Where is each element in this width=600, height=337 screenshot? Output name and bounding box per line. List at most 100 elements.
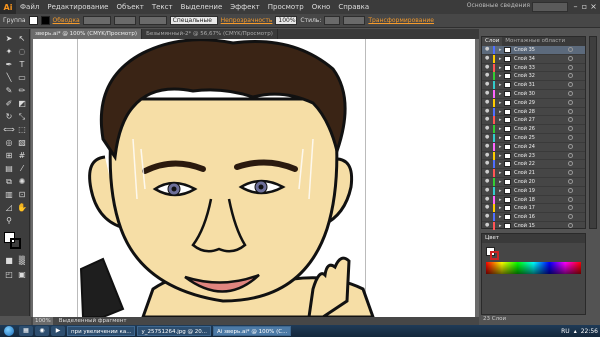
visibility-eye-icon[interactable]: ● [485,178,490,184]
graphic-style-swatch[interactable] [324,16,341,25]
blob-brush-tool-icon[interactable]: ✐ [3,98,15,109]
visibility-eye-icon[interactable]: ● [485,73,490,78]
fill-swatch[interactable] [28,16,38,25]
live-paint-tool-icon[interactable]: ▧ [16,137,28,148]
visibility-eye-icon[interactable]: ● [485,47,490,52]
artboard[interactable] [33,39,475,317]
expand-arrow-icon[interactable]: ▸ [499,169,502,177]
artboard-tool-icon[interactable]: ⊡ [16,189,28,200]
menu-file[interactable]: Файл [16,3,43,11]
hand-tool-icon[interactable]: ✋ [16,202,28,213]
layer-row[interactable]: ● ▸ Слой 19 [482,186,585,196]
screen-mode-icon[interactable]: ▣ [16,269,28,280]
rotate-tool-icon[interactable]: ↻ [3,111,15,122]
expand-arrow-icon[interactable]: ▸ [499,99,502,107]
zoom-field[interactable]: 100% [33,317,53,325]
layer-target-icon[interactable] [568,64,573,70]
layer-target-icon[interactable] [568,222,573,228]
layer-target-icon[interactable] [568,214,573,220]
rectangle-tool-icon[interactable]: ▭ [16,72,28,83]
layer-target-icon[interactable] [568,55,573,61]
task-button-1[interactable]: при увеличении ка... [67,326,136,336]
search-input[interactable] [532,2,568,12]
maximize-icon[interactable]: ▫ [580,1,589,12]
menu-type[interactable]: Текст [148,3,177,11]
media-icon[interactable]: ▶ [51,326,65,336]
visibility-eye-icon[interactable]: ● [485,99,490,105]
eraser-tool-icon[interactable]: ◩ [16,98,28,109]
cartoon-portrait[interactable] [33,39,475,317]
visibility-eye-icon[interactable]: ● [485,108,490,114]
layer-row[interactable]: ● ▸ Слой 17 [482,204,585,214]
status-mode[interactable]: Выделенный фрагмент [59,317,127,325]
color-spectrum[interactable] [486,262,581,274]
explorer-icon[interactable]: ▦ [19,326,33,336]
layer-row[interactable]: ● ▸ Слой 30 [482,89,585,99]
expand-arrow-icon[interactable]: ▸ [499,108,502,116]
visibility-eye-icon[interactable]: ● [485,90,490,96]
tab-document-untitled[interactable]: Безымянный-2* @ 56,67% (CMYK/Просмотр) [142,29,278,39]
layer-row[interactable]: ● ▸ Слой 27 [482,116,585,126]
stroke-weight-field[interactable] [82,16,111,25]
color-stroke-swatch[interactable] [490,251,499,260]
layer-target-icon[interactable] [568,90,573,96]
lasso-tool-icon[interactable]: ◌ [16,46,28,57]
browser-icon[interactable]: ◉ [35,326,49,336]
opacity-field[interactable]: 100% [275,16,298,25]
stroke-swatch[interactable] [40,16,50,25]
expand-arrow-icon[interactable]: ▸ [499,160,502,168]
expand-arrow-icon[interactable]: ▸ [499,178,502,186]
layer-row[interactable]: ● ▸ Слой 20 [482,177,585,187]
visibility-eye-icon[interactable]: ● [485,134,490,140]
visibility-eye-icon[interactable]: ● [485,143,490,149]
clock[interactable]: 22:56 [581,328,598,335]
layer-target-icon[interactable] [568,47,573,52]
expand-arrow-icon[interactable]: ▸ [499,125,502,133]
layer-target-icon[interactable] [568,187,573,193]
menu-edit[interactable]: Редактирование [43,3,112,11]
shape-builder-tool-icon[interactable]: ◎ [3,137,15,148]
expand-arrow-icon[interactable]: ▸ [499,196,502,204]
expand-arrow-icon[interactable]: ▸ [499,204,502,212]
visibility-eye-icon[interactable]: ● [485,126,490,131]
type-tool-icon[interactable]: T [16,59,28,70]
menu-help[interactable]: Справка [334,3,373,11]
draw-normal-icon[interactable]: ◰ [3,269,15,280]
scale-tool-icon[interactable]: ⤡ [16,111,28,122]
expand-arrow-icon[interactable]: ▸ [499,187,502,195]
slice-tool-icon[interactable]: ◿ [3,202,15,213]
layer-row[interactable]: ● ▸ Слой 26 [482,125,585,134]
visibility-eye-icon[interactable]: ● [485,170,490,175]
visibility-eye-icon[interactable]: ● [485,82,490,87]
free-transform-tool-icon[interactable]: ⬚ [16,124,28,135]
visibility-eye-icon[interactable]: ● [485,161,490,166]
visibility-eye-icon[interactable]: ● [485,196,490,202]
gradient-tool-icon[interactable]: ▤ [3,163,15,174]
layer-target-icon[interactable] [568,99,573,105]
workspace-switcher[interactable]: Основные сведения [467,2,530,9]
paintbrush-tool-icon[interactable]: ✎ [3,85,15,96]
zoom-tool-icon[interactable]: ⚲ [3,215,15,226]
stroke-link[interactable]: Обводка [53,17,80,24]
layer-row[interactable]: ● ▸ Слой 31 [482,81,585,90]
layer-row[interactable]: ● ▸ Слой 22 [482,160,585,170]
visibility-eye-icon[interactable]: ● [485,152,490,158]
visibility-eye-icon[interactable]: ● [485,214,490,219]
menu-select[interactable]: Выделение [177,3,227,11]
graph-tool-icon[interactable]: ▥ [3,189,15,200]
expand-arrow-icon[interactable]: ▸ [499,81,502,89]
expand-arrow-icon[interactable]: ▸ [499,72,502,80]
expand-arrow-icon[interactable]: ▸ [499,152,502,160]
layer-target-icon[interactable] [568,143,573,149]
expand-arrow-icon[interactable]: ▸ [499,55,502,63]
stroke-color-icon[interactable] [10,238,21,249]
layer-row[interactable]: ● ▸ Слой 28 [482,107,585,117]
direct-selection-tool-icon[interactable]: ↖ [16,33,28,44]
task-button-3[interactable]: Ai зверь.ai* @ 100% (C... [212,326,292,336]
mesh-tool-icon[interactable]: # [16,150,28,161]
opacity-link[interactable]: Непрозрачность [221,17,273,24]
expand-arrow-icon[interactable]: ▸ [499,46,502,54]
selection-tool-icon[interactable]: ➤ [3,33,15,44]
visibility-eye-icon[interactable]: ● [485,55,490,61]
expand-arrow-icon[interactable]: ▸ [499,213,502,221]
